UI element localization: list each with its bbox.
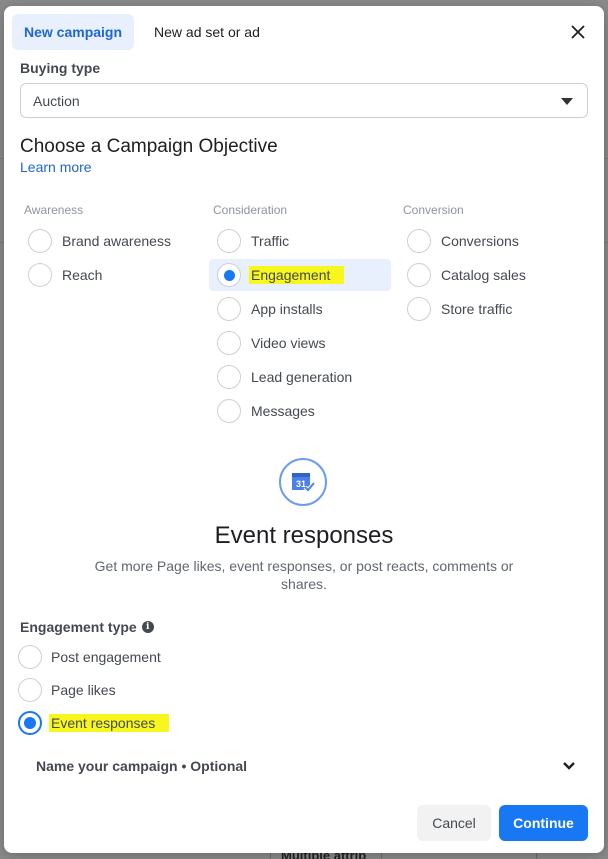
engagement-option-event-responses[interactable]: Event responses: [18, 706, 170, 739]
column-title: Consideration: [213, 203, 288, 217]
option-label: Store traffic: [441, 301, 513, 317]
radio-button-selected[interactable]: [217, 263, 241, 287]
radio-button[interactable]: [407, 297, 431, 321]
objective-option-reach[interactable]: Reach: [20, 259, 202, 291]
cancel-button[interactable]: Cancel: [417, 805, 491, 841]
name-campaign-label: Name your campaign • Optional: [36, 758, 248, 774]
radio-button[interactable]: [217, 365, 241, 389]
column-title: Awareness: [24, 203, 84, 217]
radio-button[interactable]: [18, 677, 42, 702]
objective-option-store-traffic[interactable]: Store traffic: [399, 293, 581, 325]
learn-more-link[interactable]: Learn more: [20, 159, 92, 175]
objective-detail-title: Event responses: [214, 522, 394, 549]
create-campaign-dialog: New campaign New ad set or ad Buying typ…: [4, 6, 604, 853]
option-label: Messages: [251, 403, 315, 419]
close-button[interactable]: [566, 20, 590, 44]
engagement-type-options: Post engagement Page likes Event respons…: [18, 640, 170, 739]
radio-button[interactable]: [217, 229, 241, 253]
objective-option-video-views[interactable]: Video views: [209, 327, 391, 359]
caret-down-icon: [561, 98, 573, 105]
radio-button[interactable]: [407, 263, 431, 287]
continue-button[interactable]: Continue: [499, 805, 588, 841]
chevron-down-icon: [563, 762, 575, 770]
name-campaign-expander[interactable]: Name your campaign • Optional: [36, 754, 576, 778]
engagement-option-post-engagement[interactable]: Post engagement: [18, 640, 169, 673]
option-label: Video views: [251, 335, 326, 351]
tab-bar: New campaign New ad set or ad: [12, 14, 272, 50]
option-label: Conversions: [441, 233, 519, 249]
info-icon[interactable]: i: [141, 621, 154, 633]
objective-option-catalog-sales[interactable]: Catalog sales: [399, 259, 581, 291]
objective-option-lead-generation[interactable]: Lead generation: [209, 361, 391, 393]
option-label: Post engagement: [51, 648, 161, 665]
radio-button[interactable]: [217, 399, 241, 423]
option-label: Lead generation: [251, 369, 353, 385]
objective-column-awareness: Awareness Brand awareness Reach: [20, 203, 202, 293]
radio-button[interactable]: [18, 644, 42, 669]
objective-column-consideration: Consideration Traffic Engagement App ins…: [209, 203, 391, 429]
objective-option-conversions[interactable]: Conversions: [399, 225, 581, 257]
radio-button[interactable]: [217, 331, 241, 355]
buying-type-value: Auction: [33, 92, 80, 109]
option-label: Brand awareness: [62, 233, 171, 249]
buying-type-label: Buying type: [20, 60, 101, 76]
option-label: Reach: [62, 267, 103, 283]
objective-detail-description: Get more Page likes, event responses, or…: [94, 558, 514, 592]
engagement-type-label: Engagement type i: [20, 619, 154, 635]
radio-button[interactable]: [407, 229, 431, 253]
option-label-highlighted: Event responses: [49, 713, 170, 732]
radio-button-selected[interactable]: [18, 710, 42, 735]
option-label: App installs: [251, 301, 323, 317]
radio-button[interactable]: [28, 229, 52, 253]
calendar-check-icon: 31: [292, 473, 316, 493]
objective-option-app-installs[interactable]: App installs: [209, 293, 391, 325]
objective-option-brand-awareness[interactable]: Brand awareness: [20, 225, 202, 257]
engagement-option-page-likes[interactable]: Page likes: [18, 673, 169, 706]
objective-heading: Choose a Campaign Objective: [20, 136, 278, 157]
engagement-type-label-text: Engagement type: [20, 619, 137, 635]
radio-button[interactable]: [217, 297, 241, 321]
tab-new-ad-set-or-ad[interactable]: New ad set or ad: [142, 14, 272, 50]
objective-option-messages[interactable]: Messages: [209, 395, 391, 427]
column-title: Conversion: [403, 203, 464, 217]
close-icon: [571, 25, 585, 39]
objective-option-engagement[interactable]: Engagement: [209, 259, 391, 291]
option-label: Page likes: [51, 681, 116, 698]
buying-type-select[interactable]: Auction: [20, 83, 588, 118]
objective-option-traffic[interactable]: Traffic: [209, 225, 391, 257]
option-label-highlighted: Engagement: [249, 266, 345, 284]
radio-button[interactable]: [28, 263, 52, 287]
tab-new-campaign[interactable]: New campaign: [12, 14, 135, 50]
option-label: Catalog sales: [441, 267, 526, 283]
objective-column-conversion: Conversion Conversions Catalog sales Sto…: [399, 203, 581, 327]
option-label: Traffic: [251, 233, 290, 249]
objective-icon-circle: 31: [279, 458, 327, 506]
